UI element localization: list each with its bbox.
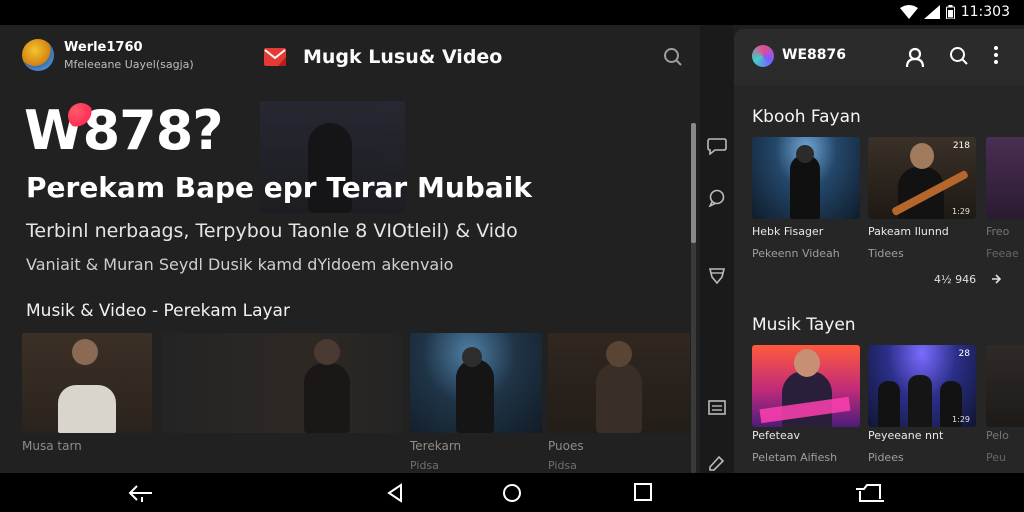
video-thumbnail[interactable] bbox=[22, 333, 152, 433]
scrollbar-thumb[interactable] bbox=[691, 123, 696, 243]
comment-icon[interactable] bbox=[707, 189, 727, 207]
scrollbar[interactable] bbox=[691, 123, 696, 473]
video-badge: 28 bbox=[958, 349, 970, 359]
signal-icon bbox=[923, 5, 940, 19]
section-title: Kbooh Fayan bbox=[752, 107, 861, 127]
video-subtitle: Tidees bbox=[868, 247, 904, 260]
app-title: Mugk Lusu& Video bbox=[303, 46, 503, 68]
chat-icon[interactable] bbox=[707, 137, 727, 155]
video-card[interactable]: 218 1:29 bbox=[868, 137, 976, 219]
brand-logo-text: W878? bbox=[24, 99, 224, 162]
video-caption: Musa tarn bbox=[22, 439, 82, 453]
search-icon[interactable] bbox=[663, 47, 683, 67]
account-icon[interactable] bbox=[904, 46, 926, 68]
video-caption: Puoes bbox=[548, 439, 584, 453]
top-app-bar: Werle1760 Mfeleeane Uayel(sagja) Mugk Lu… bbox=[0, 25, 700, 85]
search-icon[interactable] bbox=[949, 46, 969, 66]
app-subtitle: Mfeleeane Uayel(sagja) bbox=[64, 58, 194, 71]
video-row: Musa tarn Terekarn Pidsa Puoes Pidsa bbox=[22, 333, 700, 473]
back-arrow-icon[interactable] bbox=[128, 483, 154, 503]
home-icon[interactable] bbox=[502, 483, 522, 503]
more-vert-icon[interactable] bbox=[992, 44, 1000, 66]
side-rail bbox=[700, 25, 734, 473]
status-icons: 11:303 bbox=[899, 4, 1010, 20]
video-caption: Hebk Fisager bbox=[752, 225, 824, 238]
video-caption: Freo bbox=[986, 225, 1010, 238]
section-title: Musik Tayen bbox=[752, 315, 856, 335]
hero-headline: Perekam Bape epr Terar Mubaik bbox=[26, 171, 532, 204]
video-badge: 218 bbox=[952, 141, 970, 151]
shield-icon[interactable] bbox=[707, 265, 727, 285]
back-icon[interactable] bbox=[386, 483, 404, 503]
screen-rotate-icon[interactable] bbox=[854, 483, 886, 505]
status-bar: 11:303 bbox=[0, 0, 1024, 25]
brand-logo: W878? bbox=[24, 99, 224, 162]
video-card[interactable] bbox=[986, 137, 1024, 219]
video-caption: Pefeteav bbox=[752, 429, 800, 442]
video-subtitle: Peletam Aifiesh bbox=[752, 451, 838, 464]
video-subtitle: Pekeenn Videah bbox=[752, 247, 840, 260]
video-count: 4½ 946 bbox=[934, 273, 977, 286]
video-card[interactable] bbox=[986, 345, 1024, 427]
video-caption: Pakeam Ilunnd bbox=[868, 225, 949, 238]
video-duration: 1:29 bbox=[952, 415, 970, 424]
video-card[interactable] bbox=[752, 345, 860, 427]
logo-accent-icon bbox=[68, 103, 94, 129]
side-panel: WE8876 Kbooh Fayan Hebk Fisager Pekeenn … bbox=[734, 29, 1024, 473]
video-subtitle: Pidees bbox=[868, 451, 904, 464]
video-card[interactable]: 28 1:29 bbox=[868, 345, 976, 427]
video-subtitle: Peu bbox=[986, 451, 1006, 464]
panel-avatar[interactable] bbox=[752, 45, 774, 67]
panel-title: WE8876 bbox=[782, 47, 846, 63]
video-thumbnail[interactable] bbox=[162, 333, 402, 433]
panel-header: WE8876 bbox=[734, 29, 1024, 85]
app-name: Werle1760 bbox=[64, 40, 143, 55]
hero-subline-2: Vaniait & Muran Seydl Dusik kamd dYidoem… bbox=[26, 255, 454, 274]
video-thumbnail[interactable] bbox=[410, 333, 542, 433]
app-screen: Werle1760 Mfeleeane Uayel(sagja) Mugk Lu… bbox=[0, 25, 1024, 473]
hero-subline-1: Terbinl nerbaags, Terpybou Taonle 8 VIOt… bbox=[26, 220, 518, 242]
video-subtitle: Feeae bbox=[986, 247, 1019, 260]
video-caption: Peyeeane nnt bbox=[868, 429, 944, 442]
mail-icon bbox=[264, 48, 286, 66]
video-caption: Pelo bbox=[986, 429, 1009, 442]
app-avatar[interactable] bbox=[22, 39, 54, 71]
wifi-icon bbox=[899, 5, 918, 19]
video-thumbnail[interactable] bbox=[548, 333, 690, 433]
main-pane: Werle1760 Mfeleeane Uayel(sagja) Mugk Lu… bbox=[0, 25, 700, 473]
status-time: 11:303 bbox=[960, 4, 1010, 20]
edit-icon[interactable] bbox=[707, 453, 727, 471]
battery-icon bbox=[945, 5, 955, 19]
video-card[interactable] bbox=[752, 137, 860, 219]
navigation-bar bbox=[0, 473, 1024, 512]
video-subtitle: Pidsa bbox=[410, 459, 439, 472]
video-subtitle: Pidsa bbox=[548, 459, 577, 472]
video-duration: 1:29 bbox=[952, 207, 970, 216]
recents-icon[interactable] bbox=[634, 483, 652, 501]
section-title: Musik & Video - Perekam Layar bbox=[26, 301, 290, 321]
video-caption: Terekarn bbox=[410, 439, 462, 453]
chevron-right-icon[interactable] bbox=[990, 273, 1002, 285]
list-icon[interactable] bbox=[707, 399, 727, 417]
